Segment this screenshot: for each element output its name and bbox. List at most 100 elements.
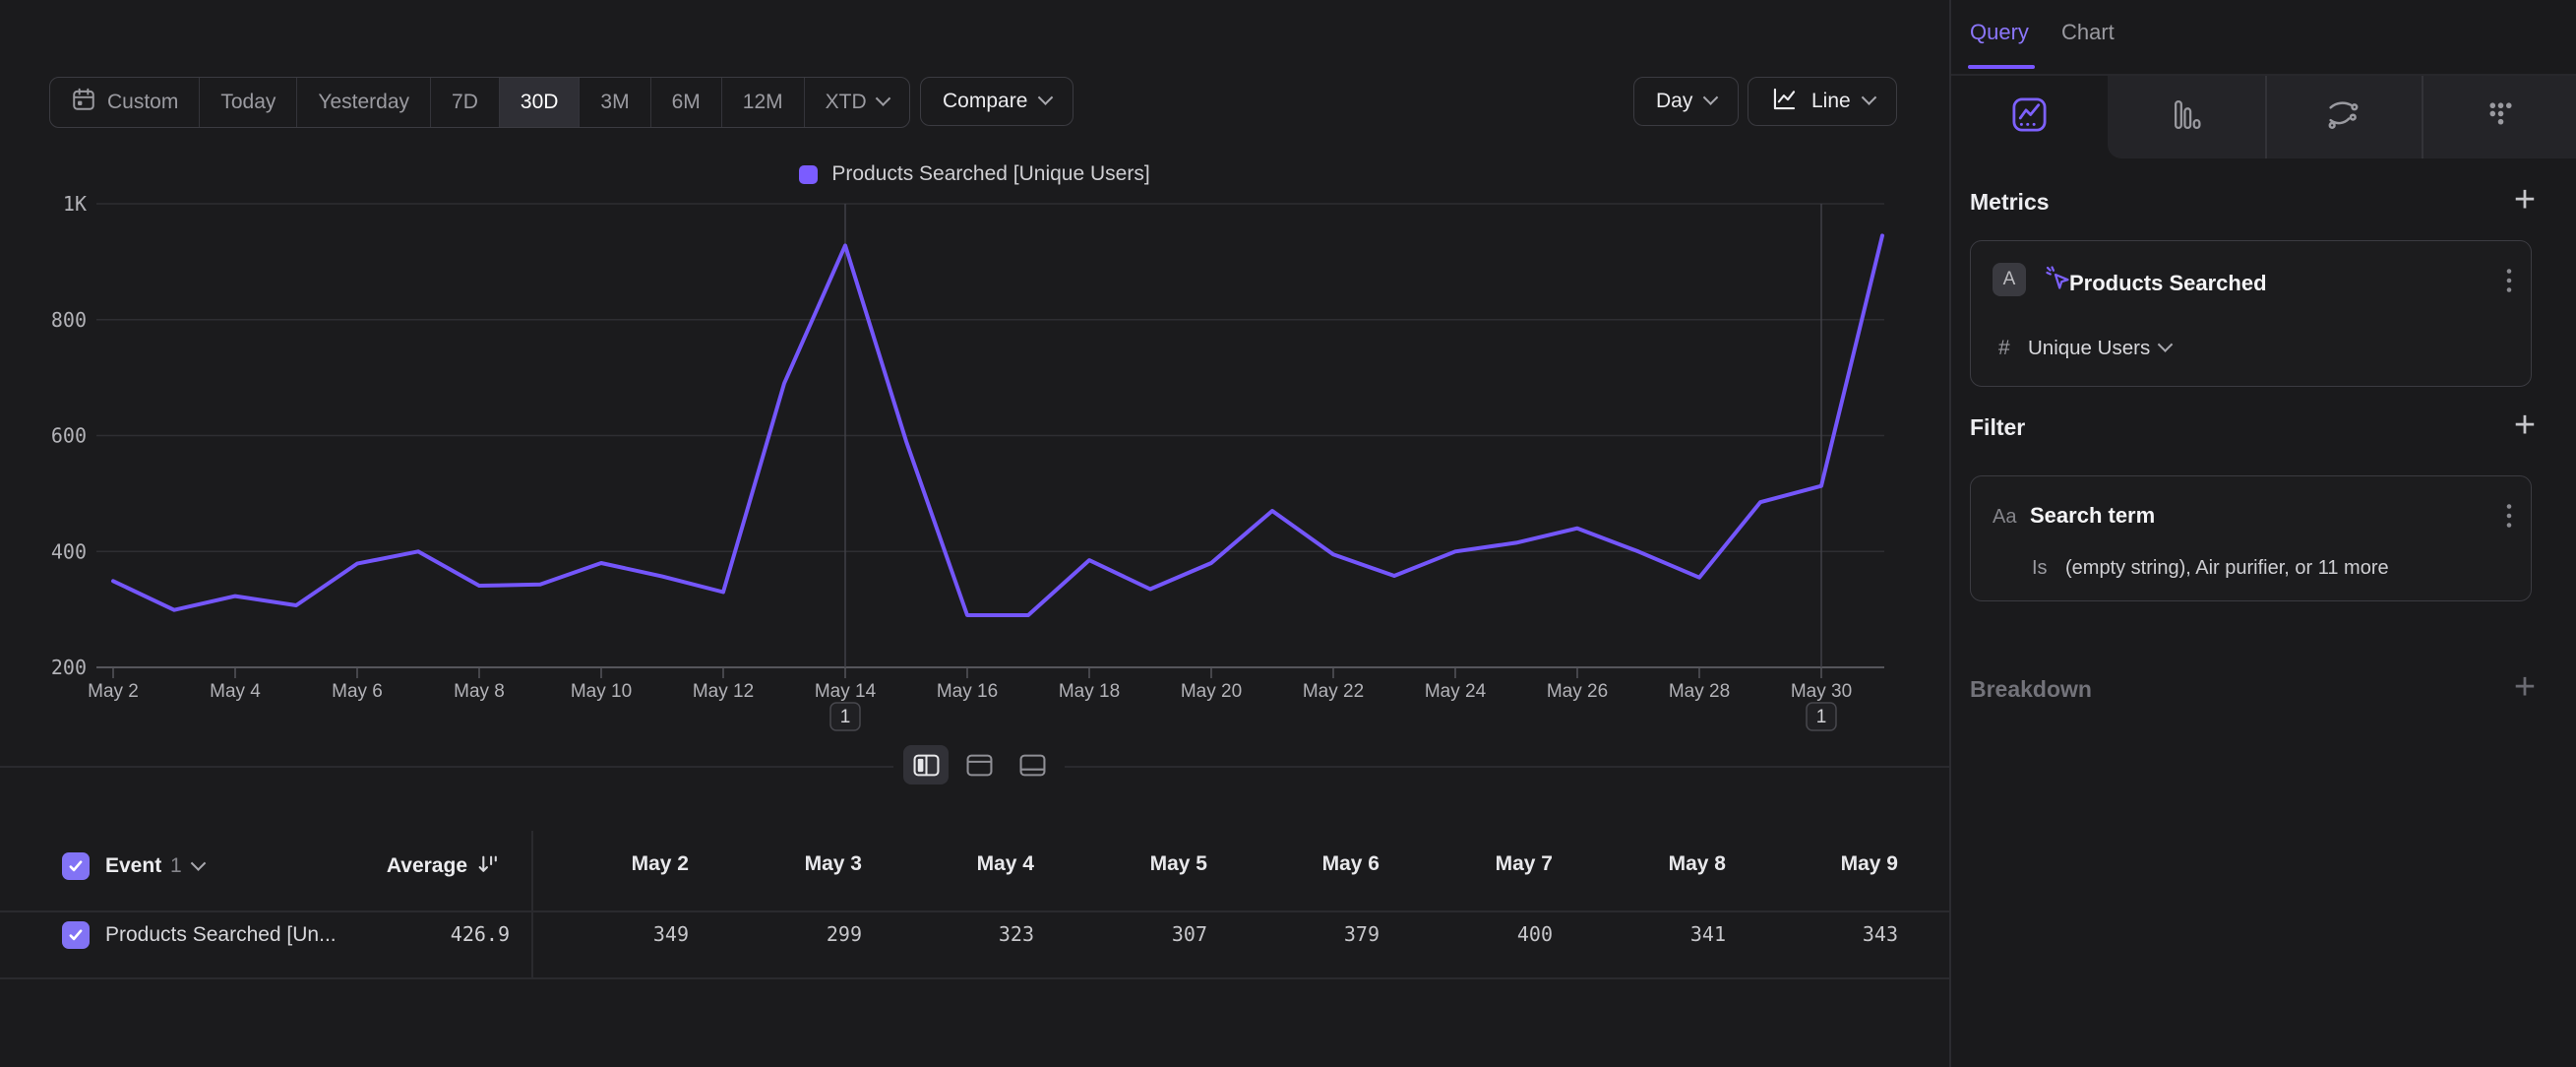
event-column-label[interactable]: Event <box>105 854 161 878</box>
layout-toggle-group <box>893 740 1065 789</box>
table-cell: 379 <box>1242 922 1380 946</box>
x-tick-label: May 14 <box>815 681 877 702</box>
table-col-header: May 5 <box>1070 852 1207 876</box>
table-col-header: May 2 <box>551 852 689 876</box>
x-tick-label: May 2 <box>88 681 139 702</box>
filter-property-name[interactable]: Search term <box>2030 503 2155 529</box>
metric-name[interactable]: Products Searched <box>2069 271 2267 296</box>
table-cell: 307 <box>1070 922 1207 946</box>
chevron-down-icon <box>1038 90 1054 105</box>
event-header-checkbox[interactable] <box>62 852 90 880</box>
split-vertical-icon[interactable] <box>956 745 1002 785</box>
breakdown-section-title: Breakdown <box>1970 676 2092 703</box>
add-metric-button[interactable]: + <box>2508 183 2542 217</box>
annotation-badge-label: 1 <box>1816 707 1827 727</box>
annotation-badge-label: 1 <box>840 707 851 727</box>
y-tick-label: 800 <box>51 308 87 332</box>
granularity-label: Day <box>1656 90 1692 113</box>
tab-chart[interactable]: Chart <box>2061 20 2115 45</box>
table-col-header: May 3 <box>724 852 862 876</box>
x-tick-label: May 4 <box>210 681 261 702</box>
table-col-header: May 6 <box>1242 852 1380 876</box>
table-col-header: May 9 <box>1760 852 1898 876</box>
x-tick-label: May 12 <box>693 681 754 702</box>
range-label: 7D <box>452 91 478 114</box>
more-reports-tab[interactable] <box>2422 76 2576 158</box>
add-breakdown-button[interactable]: + <box>2508 670 2542 704</box>
aggregation-type-icon: # <box>1998 337 2010 360</box>
range-label: Custom <box>107 91 178 114</box>
insights-icon <box>2011 96 2048 138</box>
active-tab-underline <box>1968 65 2035 69</box>
table-cell: 341 <box>1588 922 1726 946</box>
range-3m[interactable]: 3M <box>579 78 649 127</box>
filter-operator[interactable]: Is <box>2032 557 2048 580</box>
dots-grid-icon <box>2484 98 2516 136</box>
range-yesterday[interactable]: Yesterday <box>296 78 430 127</box>
table-col-header: May 8 <box>1588 852 1726 876</box>
y-tick-label: 200 <box>51 656 87 679</box>
calendar-icon <box>71 87 96 118</box>
chart-type-button[interactable]: Line <box>1748 77 1897 126</box>
funnels-tab[interactable] <box>2108 76 2265 158</box>
granularity-button[interactable]: Day <box>1633 77 1739 126</box>
filter-card[interactable]: Aa Search term Is (empty string), Air pu… <box>1970 475 2532 601</box>
table-row-average: 426.9 <box>372 922 510 946</box>
chevron-down-icon <box>1861 90 1876 105</box>
table-cell: 323 <box>896 922 1034 946</box>
average-column-header[interactable]: Average <box>325 854 467 878</box>
string-property-icon: Aa <box>1993 506 2016 529</box>
x-tick-label: May 10 <box>571 681 632 702</box>
x-tick-label: May 30 <box>1791 681 1852 702</box>
range-12m[interactable]: 12M <box>721 78 804 127</box>
chevron-down-icon[interactable] <box>191 855 207 871</box>
metrics-section-title: Metrics <box>1970 189 2050 216</box>
funnel-bars-icon <box>2171 98 2203 136</box>
insights-tab[interactable] <box>1951 76 2108 158</box>
main-report-area: Custom TodayYesterday 7D 30D 3M 6M 12M XTD Comp… <box>0 0 1949 1067</box>
table-column-divider <box>531 831 533 977</box>
range-label: 6M <box>672 91 701 114</box>
table-col-header: May 7 <box>1415 852 1553 876</box>
split-left-filled-icon[interactable] <box>903 745 949 785</box>
compare-button[interactable]: Compare <box>920 77 1073 126</box>
metric-letter-badge: A <box>1993 263 2026 296</box>
x-tick-label: May 20 <box>1181 681 1242 702</box>
table-cell: 343 <box>1760 922 1898 946</box>
flows-tab[interactable] <box>2265 76 2422 158</box>
chevron-down-icon <box>1703 90 1719 105</box>
range-today[interactable]: Today <box>199 78 296 127</box>
range-xtd[interactable]: XTD <box>804 78 909 127</box>
line-chart-icon <box>1770 86 1799 118</box>
x-tick-label: May 18 <box>1059 681 1120 702</box>
x-tick-label: May 26 <box>1547 681 1608 702</box>
kebab-menu-icon[interactable] <box>2506 267 2512 299</box>
add-filter-button[interactable]: + <box>2508 408 2542 442</box>
range-label: 30D <box>521 91 559 114</box>
x-tick-label: May 8 <box>454 681 505 702</box>
aggregation-selector[interactable]: Unique Users <box>2028 337 2150 360</box>
y-tick-label: 600 <box>51 424 87 448</box>
sort-descending-icon[interactable] <box>476 852 501 882</box>
range-label: XTD <box>826 91 867 114</box>
kebab-menu-icon[interactable] <box>2506 502 2512 534</box>
range-6m[interactable]: 6M <box>650 78 721 127</box>
chevron-down-icon <box>875 91 890 106</box>
line-chart: 1K800600400200May 2May 4May 6May 8May 10… <box>0 138 1949 817</box>
table-cell: 400 <box>1415 922 1553 946</box>
filter-value[interactable]: (empty string), Air purifier, or 11 more <box>2065 557 2389 580</box>
table-cell: 299 <box>724 922 862 946</box>
tab-query[interactable]: Query <box>1970 20 2029 45</box>
range-label: 3M <box>600 91 629 114</box>
range-7d[interactable]: 7D <box>430 78 499 127</box>
metric-card[interactable]: A Products Searched # Unique Users <box>1970 240 2532 387</box>
table-row-name: Products Searched [Un... <box>105 923 400 947</box>
query-panel: Query Chart Metrics + A Products Searche… <box>1949 0 2576 1067</box>
date-range-group: Custom TodayYesterday 7D 30D 3M 6M 12M XTD <box>49 77 910 128</box>
compare-label: Compare <box>943 90 1027 113</box>
range-custom[interactable]: Custom <box>50 78 199 127</box>
flows-icon <box>2326 98 2361 136</box>
bottom-bar-icon[interactable] <box>1010 745 1055 785</box>
range-30d[interactable]: 30D <box>499 78 580 127</box>
row-checkbox[interactable] <box>62 921 90 949</box>
